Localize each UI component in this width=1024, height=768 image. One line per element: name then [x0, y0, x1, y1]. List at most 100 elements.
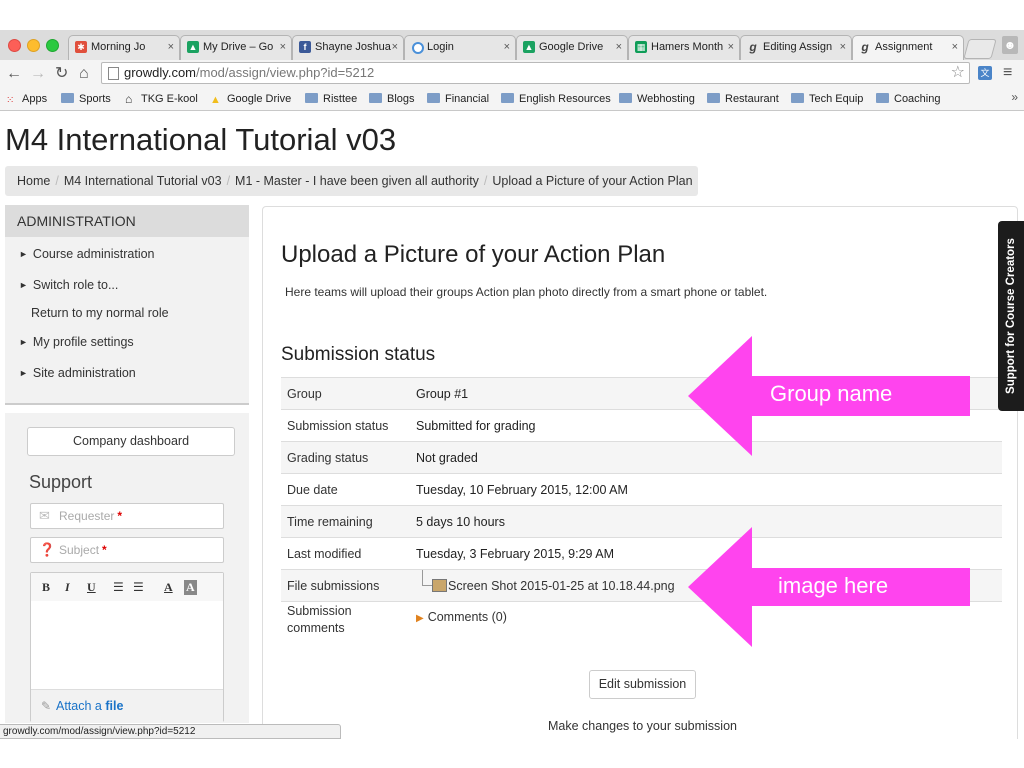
- menu-icon[interactable]: ≡: [1003, 64, 1012, 82]
- row-label: Last modified: [281, 537, 410, 570]
- annotation-label: image here: [778, 573, 889, 598]
- support-title: Support: [29, 472, 93, 492]
- back-arrow-icon[interactable]: ←: [6, 64, 22, 84]
- numbered-list-button[interactable]: ☰: [133, 580, 144, 595]
- breadcrumb-separator: /: [483, 174, 488, 188]
- browser-tab[interactable]: ✱ Morning Jo ×: [68, 35, 180, 60]
- file-name-link[interactable]: Screen Shot 2015-01-25 at 10.18.44.png: [448, 579, 675, 593]
- bookmark-folder[interactable]: Coaching: [876, 91, 940, 107]
- bookmark-link[interactable]: ⌂ TKG E-kool: [125, 91, 198, 107]
- required-mark: *: [117, 509, 123, 523]
- highlight-button[interactable]: A: [184, 580, 197, 595]
- home-icon: ⌂: [125, 92, 133, 106]
- editor-toolbar: B I U ☰ ☰ A A: [31, 573, 223, 601]
- edit-submission-button[interactable]: Edit submission: [589, 670, 696, 699]
- tab-close-icon[interactable]: ×: [952, 36, 958, 59]
- bookmark-link[interactable]: ▲ Google Drive: [210, 91, 291, 107]
- browser-tab[interactable]: g Editing Assign ×: [740, 35, 852, 60]
- requester-field[interactable]: ✉ Requester *: [30, 503, 224, 529]
- sheets-icon: ▦: [635, 41, 647, 53]
- comments-toggle[interactable]: ▶ Comments (0): [416, 610, 507, 624]
- bookmark-folder[interactable]: Tech Equip: [791, 91, 863, 107]
- admin-item-course-administration[interactable]: ► Course administration: [19, 247, 155, 261]
- row-label: Submission status: [281, 409, 410, 442]
- zoom-window-button[interactable]: [46, 39, 59, 52]
- profile-icon[interactable]: ☻: [1002, 36, 1018, 54]
- tab-label: Hamers Month: [651, 41, 724, 53]
- bookmark-folder[interactable]: Restaurant: [707, 91, 779, 107]
- bookmark-folder[interactable]: Blogs: [369, 91, 415, 107]
- bookmark-folder[interactable]: Webhosting: [619, 91, 695, 107]
- admin-item-return-role[interactable]: Return to my normal role: [31, 306, 169, 320]
- row-label: Due date: [281, 473, 410, 506]
- bookmark-folder[interactable]: Financial: [427, 91, 489, 107]
- main-content: Upload a Picture of your Action Plan Her…: [262, 206, 1018, 746]
- browser-status-bar: growdly.com/mod/assign/view.php?id=5212: [0, 724, 341, 739]
- tab-close-icon[interactable]: ×: [728, 36, 734, 59]
- tab-close-icon[interactable]: ×: [616, 36, 622, 59]
- tab-close-icon[interactable]: ×: [392, 36, 398, 59]
- edit-submission-description: Make changes to your submission: [548, 719, 737, 733]
- breadcrumb-home[interactable]: Home: [17, 174, 50, 188]
- tab-close-icon[interactable]: ×: [840, 36, 846, 59]
- admin-item-profile-settings[interactable]: ► My profile settings: [19, 335, 134, 349]
- bookmark-star-icon[interactable]: ☆: [951, 63, 965, 83]
- tab-close-icon[interactable]: ×: [168, 36, 174, 59]
- bookmark-folder[interactable]: Sports: [61, 91, 111, 107]
- tab-close-icon[interactable]: ×: [280, 36, 286, 59]
- reload-icon[interactable]: ↻: [55, 64, 68, 84]
- translate-icon[interactable]: 文: [978, 66, 992, 80]
- row-label: Submission comments: [281, 601, 410, 638]
- breadcrumb-current[interactable]: Upload a Picture of your Action Plan: [492, 174, 692, 188]
- folder-icon: [876, 93, 889, 103]
- requester-placeholder: Requester: [59, 509, 115, 523]
- admin-item-site-administration[interactable]: ► Site administration: [19, 366, 136, 380]
- bookmark-folder[interactable]: Risttee: [305, 91, 357, 107]
- breadcrumb-course[interactable]: M4 International Tutorial v03: [64, 174, 222, 188]
- support-course-creators-tab[interactable]: Support for Course Creators: [998, 221, 1024, 411]
- subject-field[interactable]: ❓ Subject *: [30, 537, 224, 563]
- bullet-list-button[interactable]: ☰: [113, 580, 124, 595]
- home-icon[interactable]: ⌂: [79, 64, 89, 84]
- nbc-icon: ✱: [75, 41, 87, 53]
- google-drive-icon: ▲: [210, 94, 221, 106]
- bold-button[interactable]: B: [42, 580, 50, 595]
- paperclip-icon: ✎: [41, 699, 52, 713]
- growdly-icon: g: [749, 40, 757, 54]
- browser-tab[interactable]: ▲ Google Drive ×: [516, 35, 628, 60]
- underline-button[interactable]: U: [87, 580, 96, 595]
- folder-icon: [707, 93, 720, 103]
- folder-icon: [501, 93, 514, 103]
- side-tab-label: Support for Course Creators: [1005, 238, 1017, 394]
- expand-arrow-icon: ►: [19, 249, 28, 259]
- attach-file-link[interactable]: Attach a file: [56, 690, 123, 722]
- browser-tab[interactable]: ▲ My Drive – Go ×: [180, 35, 292, 60]
- browser-tab[interactable]: Login ×: [404, 35, 516, 60]
- italic-button[interactable]: I: [65, 580, 70, 595]
- message-editor[interactable]: B I U ☰ ☰ A A ✎ Attach a file: [30, 572, 224, 722]
- bookmarks-overflow-icon[interactable]: »: [1011, 90, 1018, 104]
- submission-status-title: Submission status: [281, 344, 436, 365]
- row-value: Tuesday, 10 February 2015, 12:00 AM: [410, 473, 1002, 506]
- text-color-button[interactable]: A: [164, 580, 173, 595]
- company-dashboard-button[interactable]: Company dashboard: [27, 427, 235, 456]
- submitted-file[interactable]: Screen Shot 2015-01-25 at 10.18.44.png: [416, 569, 675, 593]
- bookmark-folder[interactable]: English Resources: [501, 91, 611, 107]
- admin-item-switch-role[interactable]: ► Switch role to...: [19, 278, 118, 292]
- browser-tab[interactable]: ▦ Hamers Month ×: [628, 35, 740, 60]
- group-name-annotation: Group name: [688, 336, 973, 456]
- browser-tab[interactable]: f Shayne Joshua ×: [292, 35, 404, 60]
- address-bar[interactable]: growdly.com/mod/assign/view.php?id=5212 …: [101, 62, 970, 84]
- bookmark-apps[interactable]: ⁙ Apps: [6, 91, 47, 107]
- new-tab-button[interactable]: [963, 39, 997, 59]
- minimize-window-button[interactable]: [27, 39, 40, 52]
- tab-close-icon[interactable]: ×: [504, 36, 510, 59]
- attach-file-area[interactable]: ✎ Attach a file: [31, 689, 223, 722]
- apps-grid-icon: ⁙: [6, 95, 15, 106]
- breadcrumb-section[interactable]: M1 - Master - I have been given all auth…: [235, 174, 479, 188]
- forward-arrow-icon[interactable]: →: [30, 64, 46, 84]
- folder-icon: [369, 93, 382, 103]
- browser-tab-active[interactable]: g Assignment ×: [852, 35, 964, 60]
- row-label: Group: [281, 377, 410, 410]
- close-window-button[interactable]: [8, 39, 21, 52]
